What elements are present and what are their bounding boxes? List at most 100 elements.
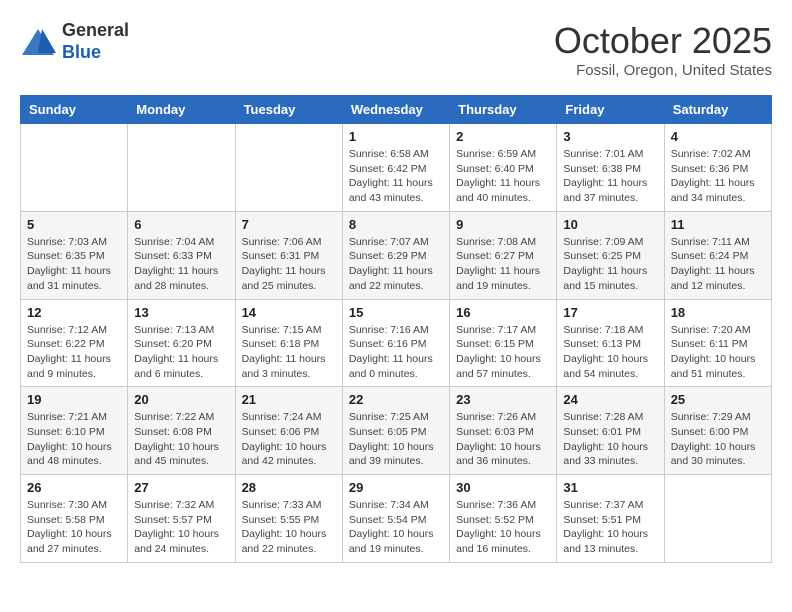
day-number: 3 (563, 129, 657, 144)
day-number: 6 (134, 217, 228, 232)
day-info: Sunrise: 7:18 AM Sunset: 6:13 PM Dayligh… (563, 323, 657, 382)
day-number: 18 (671, 305, 765, 320)
calendar-cell: 6 Sunrise: 7:04 AM Sunset: 6:33 PM Daylig… (128, 211, 235, 299)
day-info: Sunrise: 7:06 AM Sunset: 6:31 PM Dayligh… (242, 235, 336, 294)
day-info: Sunrise: 7:21 AM Sunset: 6:10 PM Dayligh… (27, 410, 121, 469)
calendar-cell: 19Sunrise: 7:21 AM Sunset: 6:10 PM Dayli… (21, 387, 128, 475)
calendar-week-row: 1Sunrise: 6:58 AM Sunset: 6:42 PM Daylig… (21, 124, 772, 212)
day-number: 10 (563, 217, 657, 232)
day-number: 31 (563, 480, 657, 495)
day-info: Sunrise: 7:01 AM Sunset: 6:38 PM Dayligh… (563, 147, 657, 206)
calendar-cell: 14 Sunrise: 7:15 AM Sunset: 6:18 PM Dayli… (235, 299, 342, 387)
day-number: 22 (349, 392, 443, 407)
day-info: Sunrise: 7:36 AM Sunset: 5:52 PM Dayligh… (456, 498, 550, 557)
day-info: Sunrise: 7:04 AM Sunset: 6:33 PM Dayligh… (134, 235, 228, 294)
day-info: Sunrise: 7:20 AM Sunset: 6:11 PM Dayligh… (671, 323, 765, 382)
day-info: Sunrise: 7:30 AM Sunset: 5:58 PM Dayligh… (27, 498, 121, 557)
day-number: 14 (242, 305, 336, 320)
day-number: 2 (456, 129, 550, 144)
calendar-cell: 2 Sunrise: 6:59 AM Sunset: 6:40 PM Daylig… (450, 124, 557, 212)
calendar-cell: 25 Sunrise: 7:29 AM Sunset: 6:00 PM Dayli… (664, 387, 771, 475)
calendar-cell: 20Sunrise: 7:22 AM Sunset: 6:08 PM Dayli… (128, 387, 235, 475)
calendar-cell: 24 Sunrise: 7:28 AM Sunset: 6:01 PM Dayli… (557, 387, 664, 475)
day-number: 17 (563, 305, 657, 320)
weekday-header: Friday (557, 96, 664, 124)
page-header: General Blue October 2025 Fossil, Oregon… (20, 20, 772, 79)
day-number: 11 (671, 217, 765, 232)
day-number: 25 (671, 392, 765, 407)
day-info: Sunrise: 7:28 AM Sunset: 6:01 PM Dayligh… (563, 410, 657, 469)
day-info: Sunrise: 7:09 AM Sunset: 6:25 PM Dayligh… (563, 235, 657, 294)
day-number: 9 (456, 217, 550, 232)
day-number: 12 (27, 305, 121, 320)
day-number: 29 (349, 480, 443, 495)
calendar-cell: 15 Sunrise: 7:16 AM Sunset: 6:16 PM Dayli… (342, 299, 449, 387)
day-info: Sunrise: 7:29 AM Sunset: 6:00 PM Dayligh… (671, 410, 765, 469)
calendar-cell: 1Sunrise: 6:58 AM Sunset: 6:42 PM Daylig… (342, 124, 449, 212)
day-number: 28 (242, 480, 336, 495)
calendar-cell: 5Sunrise: 7:03 AM Sunset: 6:35 PM Daylig… (21, 211, 128, 299)
calendar-cell: 21 Sunrise: 7:24 AM Sunset: 6:06 PM Dayli… (235, 387, 342, 475)
day-number: 1 (349, 129, 443, 144)
day-number: 20 (134, 392, 228, 407)
logo-icon (20, 27, 56, 57)
calendar-header-row: SundayMondayTuesdayWednesdayThursdayFrid… (21, 96, 772, 124)
calendar-week-row: 19Sunrise: 7:21 AM Sunset: 6:10 PM Dayli… (21, 387, 772, 475)
month-title: October 2025 (554, 20, 772, 62)
day-info: Sunrise: 7:25 AM Sunset: 6:05 PM Dayligh… (349, 410, 443, 469)
day-number: 21 (242, 392, 336, 407)
calendar-cell (664, 475, 771, 563)
day-info: Sunrise: 7:02 AM Sunset: 6:36 PM Dayligh… (671, 147, 765, 206)
day-info: Sunrise: 7:16 AM Sunset: 6:16 PM Dayligh… (349, 323, 443, 382)
day-number: 30 (456, 480, 550, 495)
day-number: 26 (27, 480, 121, 495)
day-number: 16 (456, 305, 550, 320)
calendar-cell: 29 Sunrise: 7:34 AM Sunset: 5:54 PM Dayli… (342, 475, 449, 563)
calendar-cell: 11 Sunrise: 7:11 AM Sunset: 6:24 PM Dayli… (664, 211, 771, 299)
calendar-cell (235, 124, 342, 212)
calendar-cell: 31 Sunrise: 7:37 AM Sunset: 5:51 PM Dayli… (557, 475, 664, 563)
calendar-cell: 13 Sunrise: 7:13 AM Sunset: 6:20 PM Dayli… (128, 299, 235, 387)
calendar-cell: 30 Sunrise: 7:36 AM Sunset: 5:52 PM Dayli… (450, 475, 557, 563)
day-info: Sunrise: 7:07 AM Sunset: 6:29 PM Dayligh… (349, 235, 443, 294)
weekday-header: Tuesday (235, 96, 342, 124)
calendar-cell (21, 124, 128, 212)
calendar-cell: 8 Sunrise: 7:07 AM Sunset: 6:29 PM Daylig… (342, 211, 449, 299)
day-number: 24 (563, 392, 657, 407)
day-info: Sunrise: 7:15 AM Sunset: 6:18 PM Dayligh… (242, 323, 336, 382)
day-info: Sunrise: 7:24 AM Sunset: 6:06 PM Dayligh… (242, 410, 336, 469)
day-info: Sunrise: 7:26 AM Sunset: 6:03 PM Dayligh… (456, 410, 550, 469)
calendar-week-row: 5Sunrise: 7:03 AM Sunset: 6:35 PM Daylig… (21, 211, 772, 299)
day-info: Sunrise: 7:34 AM Sunset: 5:54 PM Dayligh… (349, 498, 443, 557)
day-number: 4 (671, 129, 765, 144)
logo: General Blue (20, 20, 129, 63)
calendar-cell: 22 Sunrise: 7:25 AM Sunset: 6:05 PM Dayli… (342, 387, 449, 475)
weekday-header: Monday (128, 96, 235, 124)
weekday-header: Thursday (450, 96, 557, 124)
day-number: 13 (134, 305, 228, 320)
calendar-cell: 3 Sunrise: 7:01 AM Sunset: 6:38 PM Daylig… (557, 124, 664, 212)
calendar-cell: 16Sunrise: 7:17 AM Sunset: 6:15 PM Dayli… (450, 299, 557, 387)
day-number: 27 (134, 480, 228, 495)
day-info: Sunrise: 7:13 AM Sunset: 6:20 PM Dayligh… (134, 323, 228, 382)
day-info: Sunrise: 7:33 AM Sunset: 5:55 PM Dayligh… (242, 498, 336, 557)
calendar-cell: 23Sunrise: 7:26 AM Sunset: 6:03 PM Dayli… (450, 387, 557, 475)
day-info: Sunrise: 7:11 AM Sunset: 6:24 PM Dayligh… (671, 235, 765, 294)
day-info: Sunrise: 6:59 AM Sunset: 6:40 PM Dayligh… (456, 147, 550, 206)
calendar-cell: 18 Sunrise: 7:20 AM Sunset: 6:11 PM Dayli… (664, 299, 771, 387)
calendar-cell: 17 Sunrise: 7:18 AM Sunset: 6:13 PM Dayli… (557, 299, 664, 387)
logo-text: General Blue (62, 20, 129, 63)
location: Fossil, Oregon, United States (554, 62, 772, 79)
day-number: 7 (242, 217, 336, 232)
day-info: Sunrise: 7:37 AM Sunset: 5:51 PM Dayligh… (563, 498, 657, 557)
calendar-cell: 9Sunrise: 7:08 AM Sunset: 6:27 PM Daylig… (450, 211, 557, 299)
calendar-cell: 28 Sunrise: 7:33 AM Sunset: 5:55 PM Dayli… (235, 475, 342, 563)
calendar-table: SundayMondayTuesdayWednesdayThursdayFrid… (20, 95, 772, 563)
day-number: 8 (349, 217, 443, 232)
calendar-cell: 26 Sunrise: 7:30 AM Sunset: 5:58 PM Dayli… (21, 475, 128, 563)
day-number: 15 (349, 305, 443, 320)
calendar-cell (128, 124, 235, 212)
day-info: Sunrise: 7:03 AM Sunset: 6:35 PM Dayligh… (27, 235, 121, 294)
day-info: Sunrise: 7:12 AM Sunset: 6:22 PM Dayligh… (27, 323, 121, 382)
calendar-cell: 7 Sunrise: 7:06 AM Sunset: 6:31 PM Daylig… (235, 211, 342, 299)
